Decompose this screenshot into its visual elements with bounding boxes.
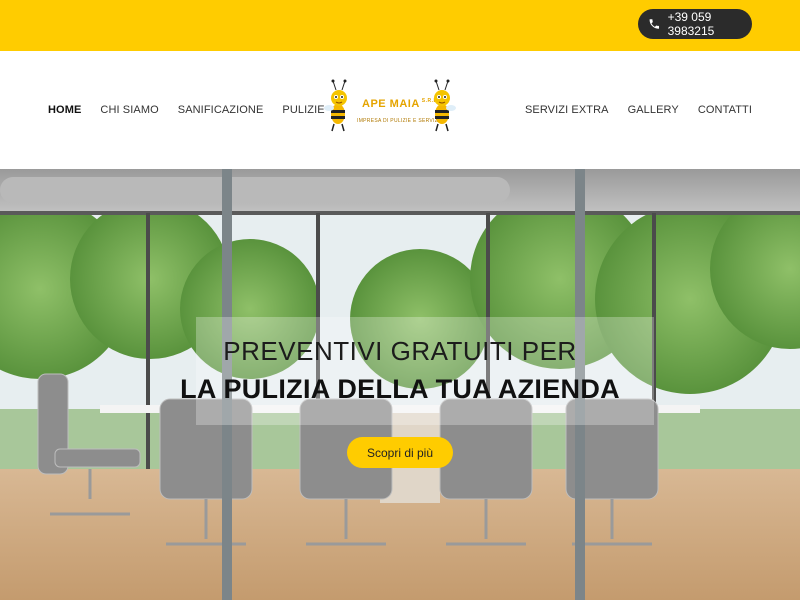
bee-mascot-left-icon xyxy=(324,79,347,132)
hero-section: PREVENTIVI GRATUITI PER LA PULIZIA DELLA… xyxy=(0,169,800,600)
top-bar: +39 059 3983215 xyxy=(0,0,800,51)
bee-mascot-right-icon xyxy=(434,79,456,132)
nav-item-sanificazione[interactable]: SANIFICAZIONE xyxy=(178,104,264,116)
nav-item-pulizie[interactable]: PULIZIE xyxy=(282,104,324,116)
site-logo[interactable]: APE MAIA S.R.L. IMPRESA DI PULIZIE E SERV… xyxy=(324,78,460,132)
phone-icon xyxy=(649,19,660,29)
nav-item-contatti[interactable]: CONTATTI xyxy=(698,104,752,116)
site-header: HOME CHI SIAMO SANIFICAZIONE PULIZIE APE… xyxy=(0,51,800,169)
nav-item-gallery[interactable]: GALLERY xyxy=(628,104,679,116)
nav-item-home[interactable]: HOME xyxy=(48,104,81,116)
nav-item-servizi-extra[interactable]: SERVIZI EXTRA xyxy=(525,104,609,116)
hero-text-overlay xyxy=(196,317,654,425)
nav-left: HOME CHI SIAMO SANIFICAZIONE PULIZIE xyxy=(48,104,325,116)
nav-right: SERVIZI EXTRA GALLERY CONTATTI xyxy=(525,104,752,116)
hero-heading-line1: PREVENTIVI GRATUITI PER xyxy=(223,336,577,366)
nav-item-chi-siamo[interactable]: CHI SIAMO xyxy=(100,104,158,116)
scopri-di-piu-button[interactable]: Scopri di più xyxy=(347,437,453,468)
phone-number: +39 059 3983215 xyxy=(667,10,715,38)
phone-button[interactable]: +39 059 3983215 xyxy=(638,9,752,39)
hero-heading-line2: LA PULIZIA DELLA TUA AZIENDA xyxy=(180,374,620,404)
